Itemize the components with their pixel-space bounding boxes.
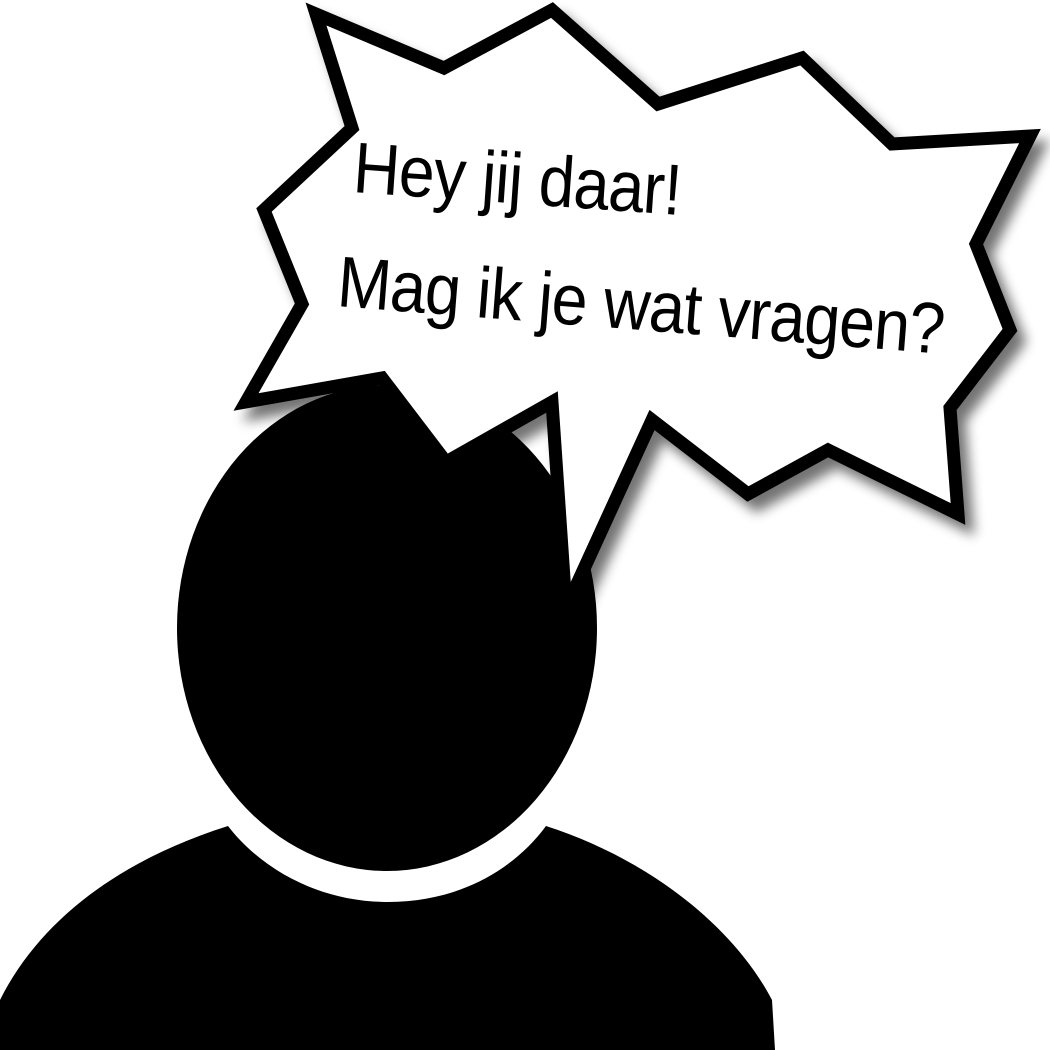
illustration: Hey jij daar! Mag ik je wat vragen? bbox=[0, 2, 1041, 1050]
person-head bbox=[177, 385, 597, 871]
person-silhouette-icon bbox=[0, 385, 775, 1050]
